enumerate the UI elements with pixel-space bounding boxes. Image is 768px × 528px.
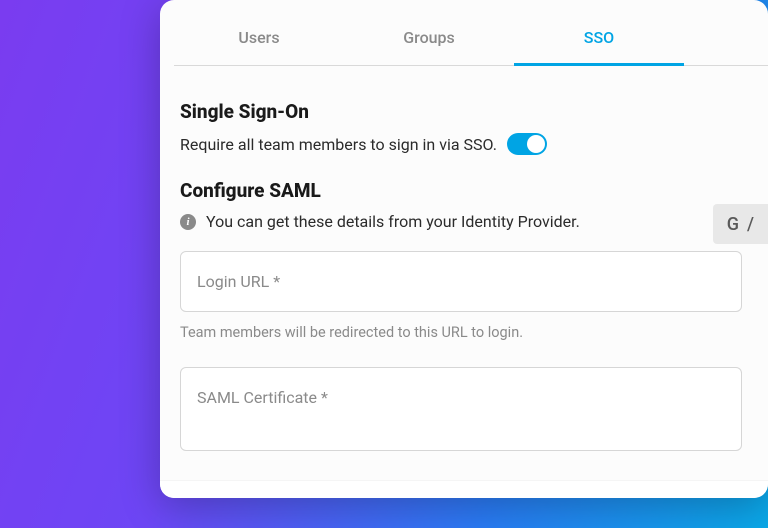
login-url-input[interactable]: Login URL *	[180, 251, 742, 312]
login-url-placeholder: Login URL *	[197, 272, 280, 291]
login-url-helper: Team members will be redirected to this …	[180, 324, 742, 341]
saml-certificate-placeholder: SAML Certificate *	[197, 388, 328, 407]
tab-label: Users	[238, 28, 279, 47]
toggle-knob	[527, 135, 545, 153]
tab-sso[interactable]: SSO	[514, 14, 684, 65]
tab-groups[interactable]: Groups	[344, 14, 514, 65]
info-icon: i	[180, 214, 196, 230]
saml-info-row: i You can get these details from your Id…	[180, 212, 742, 231]
card-footer	[160, 480, 768, 498]
configure-saml-heading: Configure SAML	[180, 179, 742, 202]
saml-certificate-input[interactable]: SAML Certificate *	[180, 367, 742, 451]
tab-label: SSO	[584, 28, 614, 47]
tab-content: Single Sign-On Require all team members …	[174, 66, 768, 451]
chip-divider: /	[747, 214, 754, 235]
idp-provider-chip[interactable]: G /	[713, 204, 768, 244]
saml-info-text: You can get these details from your Iden…	[206, 212, 580, 231]
require-sso-row: Require all team members to sign in via …	[180, 133, 742, 155]
tab-users[interactable]: Users	[174, 14, 344, 65]
tab-label: Groups	[403, 28, 455, 47]
tabs: Users Groups SSO	[174, 14, 768, 66]
google-icon: G	[727, 214, 739, 235]
sso-heading: Single Sign-On	[180, 100, 742, 123]
require-sso-toggle[interactable]	[507, 133, 547, 155]
settings-card: Users Groups SSO Single Sign-On Require …	[160, 0, 768, 498]
require-sso-label: Require all team members to sign in via …	[180, 135, 497, 154]
